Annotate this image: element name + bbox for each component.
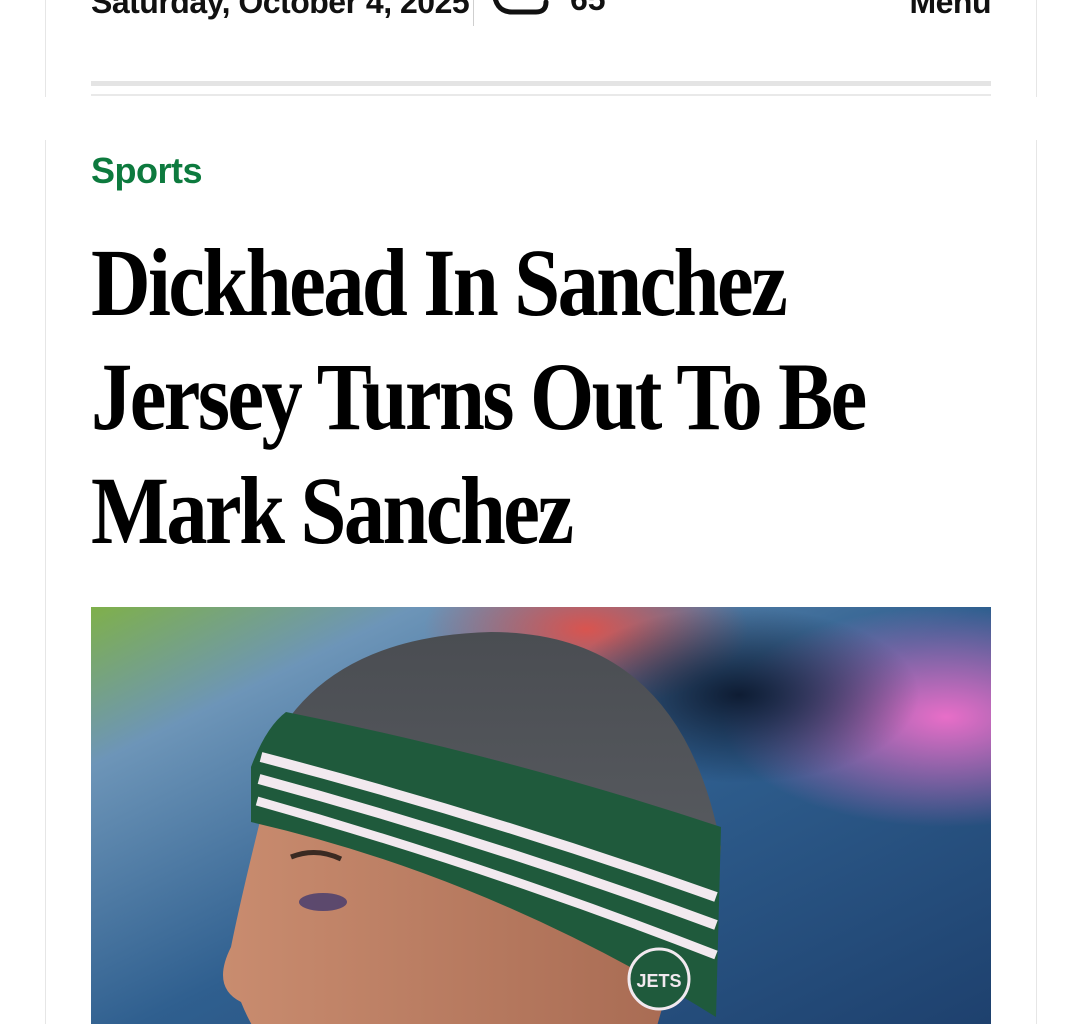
menu-button[interactable]: Menu	[909, 0, 991, 21]
site-header: Saturday, October 4, 2025 65 Menu	[45, 0, 1037, 97]
temperature: 65	[570, 0, 606, 16]
photo-icon: JETS	[91, 607, 991, 1024]
article-headline[interactable]: Dickhead In Sanchez Jersey Turns Out To …	[91, 226, 968, 568]
section-link-sports[interactable]: Sports	[91, 150, 203, 192]
header-rule	[91, 81, 991, 86]
cloud-icon	[492, 0, 549, 15]
hat-logo-text: JETS	[636, 971, 681, 991]
jets-logo-icon: JETS	[627, 947, 691, 1011]
weather-widget[interactable]: 65	[488, 0, 606, 22]
article-hero-image[interactable]: JETS	[91, 607, 991, 1024]
current-date: Saturday, October 4, 2025	[91, 0, 470, 20]
article-card: Sports Dickhead In Sanchez Jersey Turns …	[45, 140, 1037, 1024]
header-divider	[473, 0, 474, 26]
header-rule-thin	[91, 94, 991, 96]
